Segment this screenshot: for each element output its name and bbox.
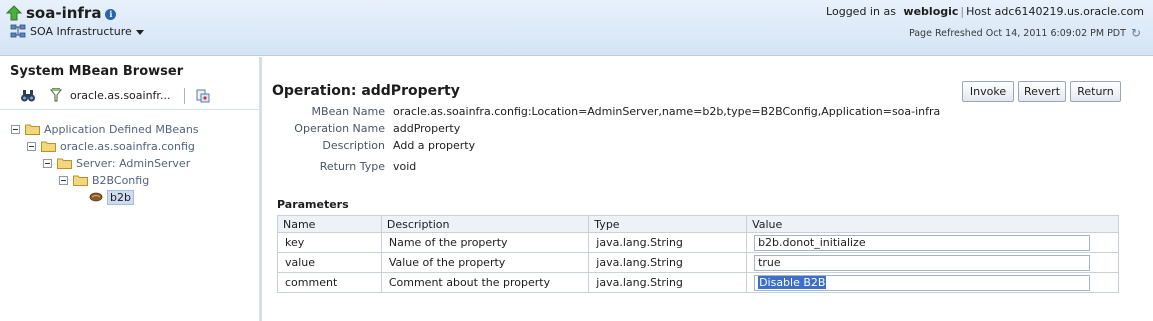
- tree-node-b2bconfig[interactable]: B2BConfig: [59, 172, 149, 188]
- toolbar-divider: [184, 87, 186, 104]
- prop-label: Operation Name: [294, 122, 385, 135]
- prop-description: Description Add a property: [265, 139, 475, 152]
- prop-value: Add a property: [393, 139, 476, 152]
- binoculars-icon[interactable]: [20, 88, 36, 104]
- prop-operation-name: Operation Name addProperty: [265, 122, 460, 135]
- refresh-icon[interactable]: ↻: [1131, 26, 1141, 40]
- prop-label: Return Type: [319, 160, 385, 173]
- column-header-value[interactable]: Value: [746, 215, 1119, 233]
- logged-in-label: Logged in as: [826, 5, 896, 18]
- chevron-down-icon: [135, 29, 144, 35]
- soa-infrastructure-menu[interactable]: SOA Infrastructure: [10, 24, 144, 38]
- parameters-table: Name Description Type Value key Name of …: [277, 215, 1119, 293]
- operation-title: Operation: addProperty: [272, 83, 460, 99]
- collapse-icon[interactable]: [27, 141, 36, 151]
- prop-value: void: [393, 160, 417, 173]
- table-row: comment Comment about the property java.…: [277, 272, 1119, 293]
- page-refreshed-text: Page Refreshed Oct 14, 2011 6:09:02 PM P…: [908, 27, 1126, 39]
- param-value-cell: b2b.donot_initialize: [746, 232, 1119, 253]
- info-icon[interactable]: i: [105, 8, 117, 20]
- param-value-input[interactable]: b2b.donot_initialize: [754, 234, 1091, 251]
- refresh-row: Page Refreshed Oct 14, 2011 6:09:02 PM P…: [909, 26, 1141, 40]
- folder-icon: [73, 175, 88, 186]
- column-header-description[interactable]: Description: [380, 215, 590, 233]
- param-description: Value of the property: [380, 252, 590, 273]
- soa-infrastructure-icon: [10, 24, 26, 38]
- param-value-input[interactable]: true: [754, 254, 1091, 271]
- mbean-browser-panel: System MBean Browser oracle.as.soainfr..…: [0, 57, 262, 321]
- operation-panel: Operation: addProperty Invoke Revert Ret…: [265, 57, 1153, 321]
- tree-label: B2BConfig: [92, 173, 150, 187]
- soa-infrastructure-label: SOA Infrastructure: [30, 24, 132, 38]
- prop-value: addProperty: [393, 122, 461, 135]
- param-name: comment: [277, 272, 382, 293]
- param-description: Comment about the property: [380, 272, 590, 293]
- prop-label: MBean Name: [311, 105, 385, 118]
- app-title[interactable]: soa-infra: [26, 4, 101, 22]
- param-name: value: [277, 252, 382, 273]
- revert-button[interactable]: Revert: [1018, 81, 1066, 102]
- login-info: Logged in as weblogic | Host adc6140219.us…: [826, 5, 1144, 18]
- home-arrow-icon[interactable]: [6, 5, 22, 21]
- folder-icon: [57, 158, 72, 169]
- host-separator: |: [960, 5, 965, 18]
- username[interactable]: weblogic: [903, 5, 958, 18]
- table-row: key Name of the property java.lang.Strin…: [277, 232, 1119, 253]
- param-type: java.lang.String: [588, 272, 748, 293]
- table-header-row: Name Description Type Value: [277, 215, 1119, 233]
- tree-label: b2b: [107, 189, 134, 205]
- column-header-name[interactable]: Name: [277, 215, 382, 233]
- param-description: Name of the property: [380, 232, 590, 253]
- tree-node-server-adminserver[interactable]: Server: AdminServer: [43, 155, 190, 171]
- panel-title: System MBean Browser: [10, 64, 184, 79]
- filter-icon[interactable]: [48, 88, 64, 104]
- column-header-type[interactable]: Type: [588, 215, 748, 233]
- title-row: soa-infra i: [6, 4, 117, 22]
- folder-icon: [25, 124, 40, 135]
- host-label: Host adc6140219.us.oracle.com: [966, 5, 1144, 18]
- param-value-cell: true: [746, 252, 1119, 273]
- parameters-title: Parameters: [277, 198, 349, 211]
- app-header: soa-infra i SOA Infrastructure Logged in…: [0, 0, 1153, 56]
- tree-node-oracle-as-soainfra-config[interactable]: oracle.as.soainfra.config: [27, 138, 195, 154]
- prop-mbean-name: MBean Name oracle.as.soainfra.config:Loc…: [265, 105, 941, 118]
- param-name: key: [277, 232, 382, 253]
- invoke-button[interactable]: Invoke: [962, 81, 1014, 102]
- collapse-icon[interactable]: [43, 158, 52, 168]
- folder-icon: [41, 141, 56, 152]
- prop-return-type: Return Type void: [265, 160, 417, 173]
- tree-node-application-defined-mbeans[interactable]: Application Defined MBeans: [11, 121, 199, 137]
- mbean-toolbar: oracle.as.soainfr...: [0, 82, 259, 110]
- param-value-text: true: [758, 256, 781, 269]
- param-value-input[interactable]: Disable B2B: [754, 274, 1091, 291]
- param-value-text-selected: Disable B2B: [758, 276, 827, 289]
- param-value-cell: Disable B2B: [746, 272, 1119, 293]
- prop-value: oracle.as.soainfra.config:Location=Admin…: [393, 105, 941, 118]
- prop-label: Description: [322, 139, 385, 152]
- tree-label: Server: AdminServer: [76, 156, 191, 170]
- bean-icon: [89, 192, 103, 202]
- table-row: value Value of the property java.lang.St…: [277, 252, 1119, 273]
- mbean-filter-label[interactable]: oracle.as.soainfr...: [70, 89, 170, 102]
- return-button[interactable]: Return: [1070, 81, 1121, 102]
- collapse-icon[interactable]: [11, 124, 20, 134]
- collapse-icon[interactable]: [59, 175, 68, 185]
- tree-node-b2b[interactable]: b2b: [89, 189, 134, 205]
- param-value-text: b2b.donot_initialize: [758, 236, 866, 249]
- param-type: java.lang.String: [588, 232, 748, 253]
- mbean-action-icon[interactable]: [195, 88, 211, 104]
- tree-label: oracle.as.soainfra.config: [60, 139, 195, 153]
- tree-label: Application Defined MBeans: [44, 122, 199, 136]
- param-type: java.lang.String: [588, 252, 748, 273]
